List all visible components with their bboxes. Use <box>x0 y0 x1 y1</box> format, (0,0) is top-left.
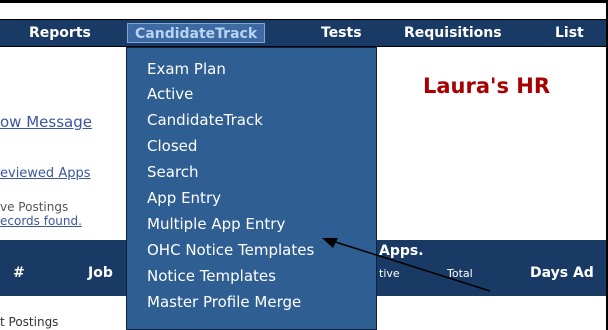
annotation-arrow-icon <box>322 238 491 292</box>
